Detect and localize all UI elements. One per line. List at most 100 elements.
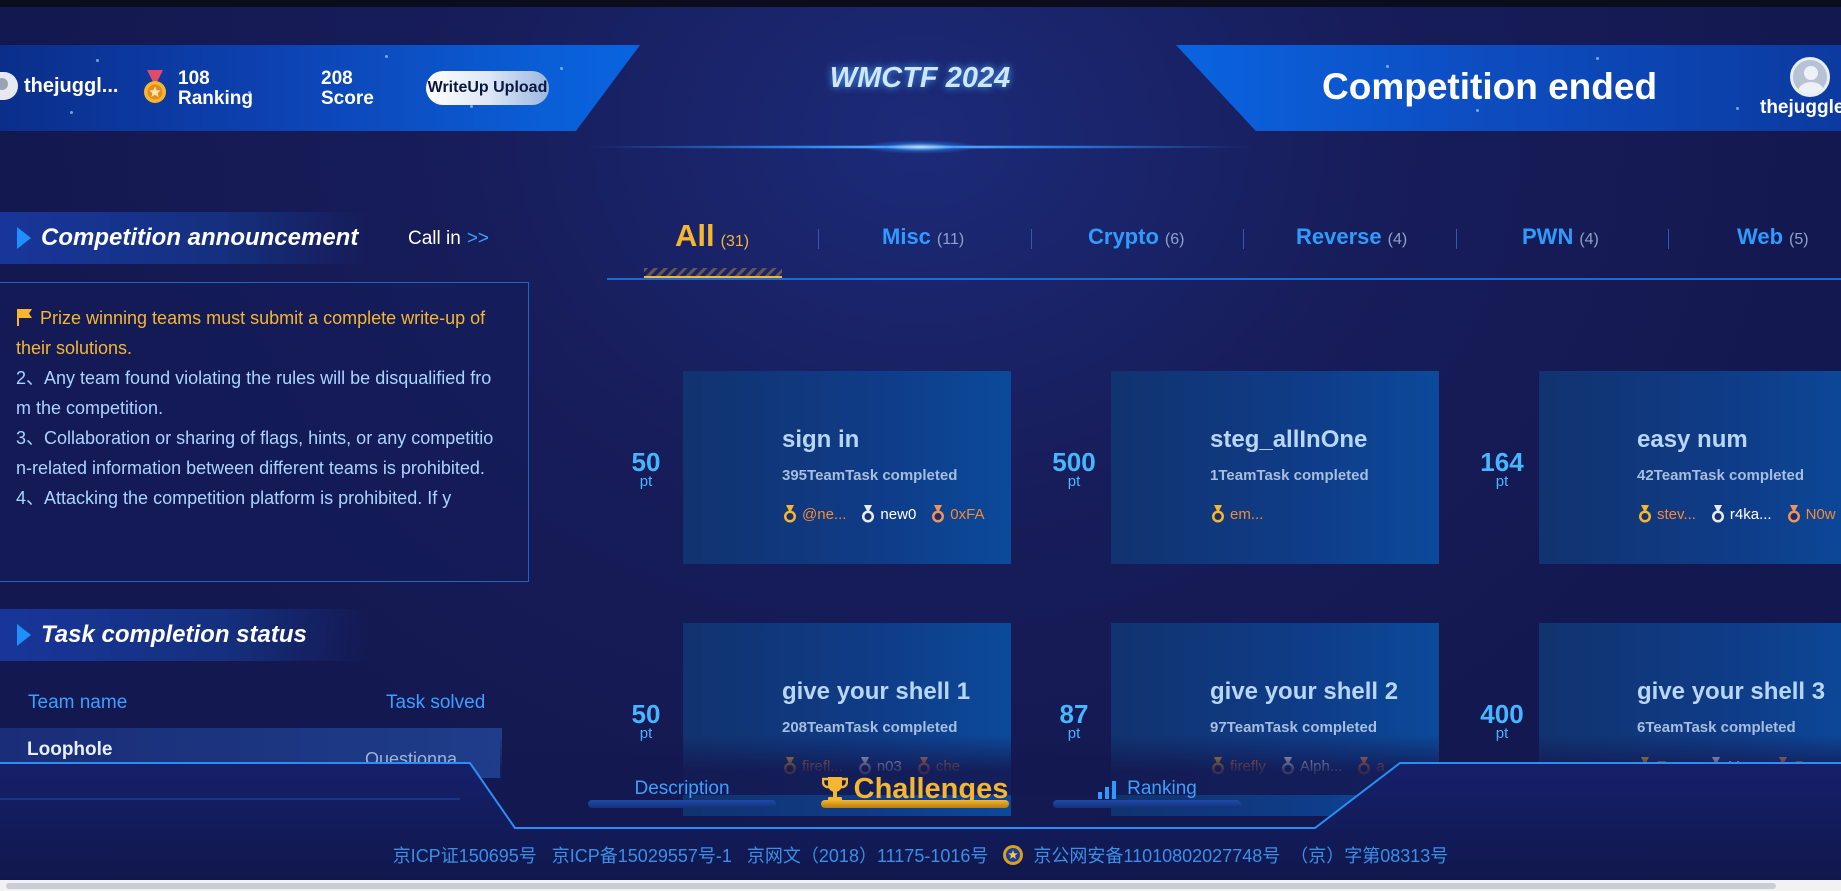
announcement-item: 3、Collaboration or sharing of flags, hin…: [16, 428, 494, 478]
competition-status: Competition ended: [1322, 66, 1658, 107]
challenge-points-unit: pt: [639, 473, 653, 490]
challenge-solvers: em...: [1210, 505, 1263, 523]
ranking-label: Ranking: [178, 88, 253, 109]
footer-icp-license[interactable]: 京ICP证150695号: [393, 846, 537, 866]
profile-user-name[interactable]: thejuggle: [1760, 97, 1841, 119]
tab-separator: [818, 229, 819, 249]
footer-icp-record[interactable]: 京ICP备15029557号-1: [552, 846, 732, 866]
tab-all[interactable]: All (31): [675, 218, 749, 254]
challenge-points: 500 pt: [1039, 449, 1109, 489]
tab-label[interactable]: All: [675, 218, 715, 253]
challenge-completed-count: 97TeamTask completed: [1210, 719, 1378, 736]
triangle-icon: [17, 227, 31, 249]
scrollbar-thumb[interactable]: [6, 883, 1776, 889]
solver-item[interactable]: @ne...: [782, 505, 846, 523]
nav-plate: [588, 800, 776, 808]
user-name[interactable]: thejuggl...: [24, 75, 118, 98]
tab-count[interactable]: (31): [721, 233, 749, 250]
challenge-name[interactable]: give your shell 3: [1637, 678, 1825, 706]
tab-count[interactable]: (5): [1789, 231, 1809, 248]
tab-web[interactable]: Web (5): [1737, 224, 1809, 250]
nav-challenges[interactable]: Challenges: [821, 770, 1009, 808]
triangle-icon: [17, 624, 31, 646]
nav-ranking[interactable]: Ranking: [1053, 770, 1241, 808]
nav-ranking-label[interactable]: Ranking: [1127, 778, 1197, 800]
challenge-solvers: stev... r4ka... N0w: [1637, 505, 1836, 523]
tab-count[interactable]: (4): [1579, 231, 1599, 248]
footer-police-record[interactable]: 京公网安备11010802027748号: [1033, 846, 1280, 866]
call-in-label[interactable]: Call in: [408, 228, 461, 249]
challenge-points: 164 pt: [1467, 449, 1537, 489]
challenge-solvers: @ne... new0 0xFA: [782, 505, 984, 523]
tab-label[interactable]: Misc: [882, 224, 931, 249]
tab-count[interactable]: (11): [937, 231, 964, 248]
writeup-upload-button[interactable]: WriteUp Upload: [426, 71, 549, 105]
tab-pwn[interactable]: PWN (4): [1522, 224, 1599, 250]
window-top-edge: [0, 0, 1841, 7]
solver-name[interactable]: new0: [880, 506, 916, 523]
medal-icon: [932, 505, 945, 523]
solver-item[interactable]: new0: [860, 505, 916, 523]
profile-avatar-icon[interactable]: [1790, 57, 1830, 97]
solver-name[interactable]: r4ka...: [1730, 506, 1772, 523]
user-avatar[interactable]: [0, 72, 18, 100]
tab-separator: [1668, 229, 1669, 249]
tab-reverse[interactable]: Reverse (4): [1296, 224, 1407, 250]
footer-net-culture[interactable]: 京网文（2018）11175-1016号: [747, 846, 988, 866]
solver-name[interactable]: stev...: [1657, 506, 1696, 523]
tab-separator: [1031, 229, 1032, 249]
solver-item[interactable]: stev...: [1637, 505, 1696, 523]
tab-label[interactable]: Crypto: [1088, 224, 1159, 249]
solver-name[interactable]: N0w: [1806, 506, 1836, 523]
horizontal-scrollbar[interactable]: [0, 880, 1841, 891]
tab-crypto[interactable]: Crypto (6): [1088, 224, 1184, 250]
medal-icon: [784, 505, 796, 523]
tab-separator: [1243, 229, 1244, 249]
double-chevron-right-icon[interactable]: >>: [467, 228, 489, 249]
challenge-points-unit: pt: [1067, 473, 1081, 490]
tab-label[interactable]: Reverse: [1296, 224, 1382, 249]
ranking-value: 108: [178, 68, 210, 89]
footer-broadcast[interactable]: （京）字第08313号: [1290, 846, 1448, 866]
solver-item[interactable]: em...: [1210, 505, 1263, 523]
task-status-title: Task completion status: [41, 621, 307, 648]
solver-item[interactable]: r4ka...: [1710, 505, 1772, 523]
medal-icon: [1212, 505, 1224, 523]
tab-label[interactable]: PWN: [1522, 224, 1573, 249]
nav-description[interactable]: Description: [588, 770, 776, 808]
tab-count[interactable]: (6): [1165, 231, 1185, 248]
medal-icon: [1639, 505, 1651, 523]
call-in-link[interactable]: Call in >>: [408, 228, 489, 250]
tab-misc[interactable]: Misc (11): [882, 224, 964, 250]
medal-icon: [1787, 505, 1800, 523]
solver-item[interactable]: 0xFA: [930, 505, 984, 523]
challenge-completed-count: 395TeamTask completed: [782, 467, 958, 484]
challenge-name[interactable]: give your shell 2: [1210, 678, 1398, 706]
footer: 京ICP证150695号 京ICP备15029557号-1 京网文（2018）1…: [0, 842, 1841, 868]
score-value: 208: [321, 68, 353, 89]
challenge-name[interactable]: sign in: [782, 426, 859, 454]
announcement-box: Prize winning teams must submit a comple…: [0, 282, 529, 582]
header-user[interactable]: thejuggl...: [0, 72, 118, 100]
nav-description-label[interactable]: Description: [634, 778, 729, 800]
challenge-name[interactable]: steg_allInOne: [1210, 426, 1367, 454]
tab-separator: [1456, 229, 1457, 249]
police-badge-icon: [1003, 845, 1024, 865]
solver-name[interactable]: 0xFA: [950, 506, 984, 523]
column-header-team: Team name: [28, 692, 128, 713]
announcement-item: 4、Attacking the competition platform is …: [16, 488, 452, 508]
challenge-name[interactable]: easy num: [1637, 426, 1748, 454]
challenge-name[interactable]: give your shell 1: [782, 678, 970, 706]
tab-count[interactable]: (4): [1388, 231, 1408, 248]
column-header-solved: Task solved: [386, 692, 486, 713]
solver-name[interactable]: em...: [1230, 506, 1263, 523]
announcement-item-text: Prize winning teams must submit a comple…: [16, 308, 486, 358]
solver-item[interactable]: N0w: [1786, 505, 1836, 523]
page-root: thejuggl... 108 Ranking 208 Score WriteU…: [0, 0, 1841, 891]
page-title: WMCTF 2024: [829, 62, 1011, 94]
trophy-icon: [821, 777, 848, 801]
solver-name[interactable]: @ne...: [802, 506, 846, 523]
medal-icon: [1711, 505, 1724, 523]
announcement-item: 2、Any team found violating the rules wil…: [16, 368, 492, 418]
tab-label[interactable]: Web: [1737, 224, 1783, 249]
